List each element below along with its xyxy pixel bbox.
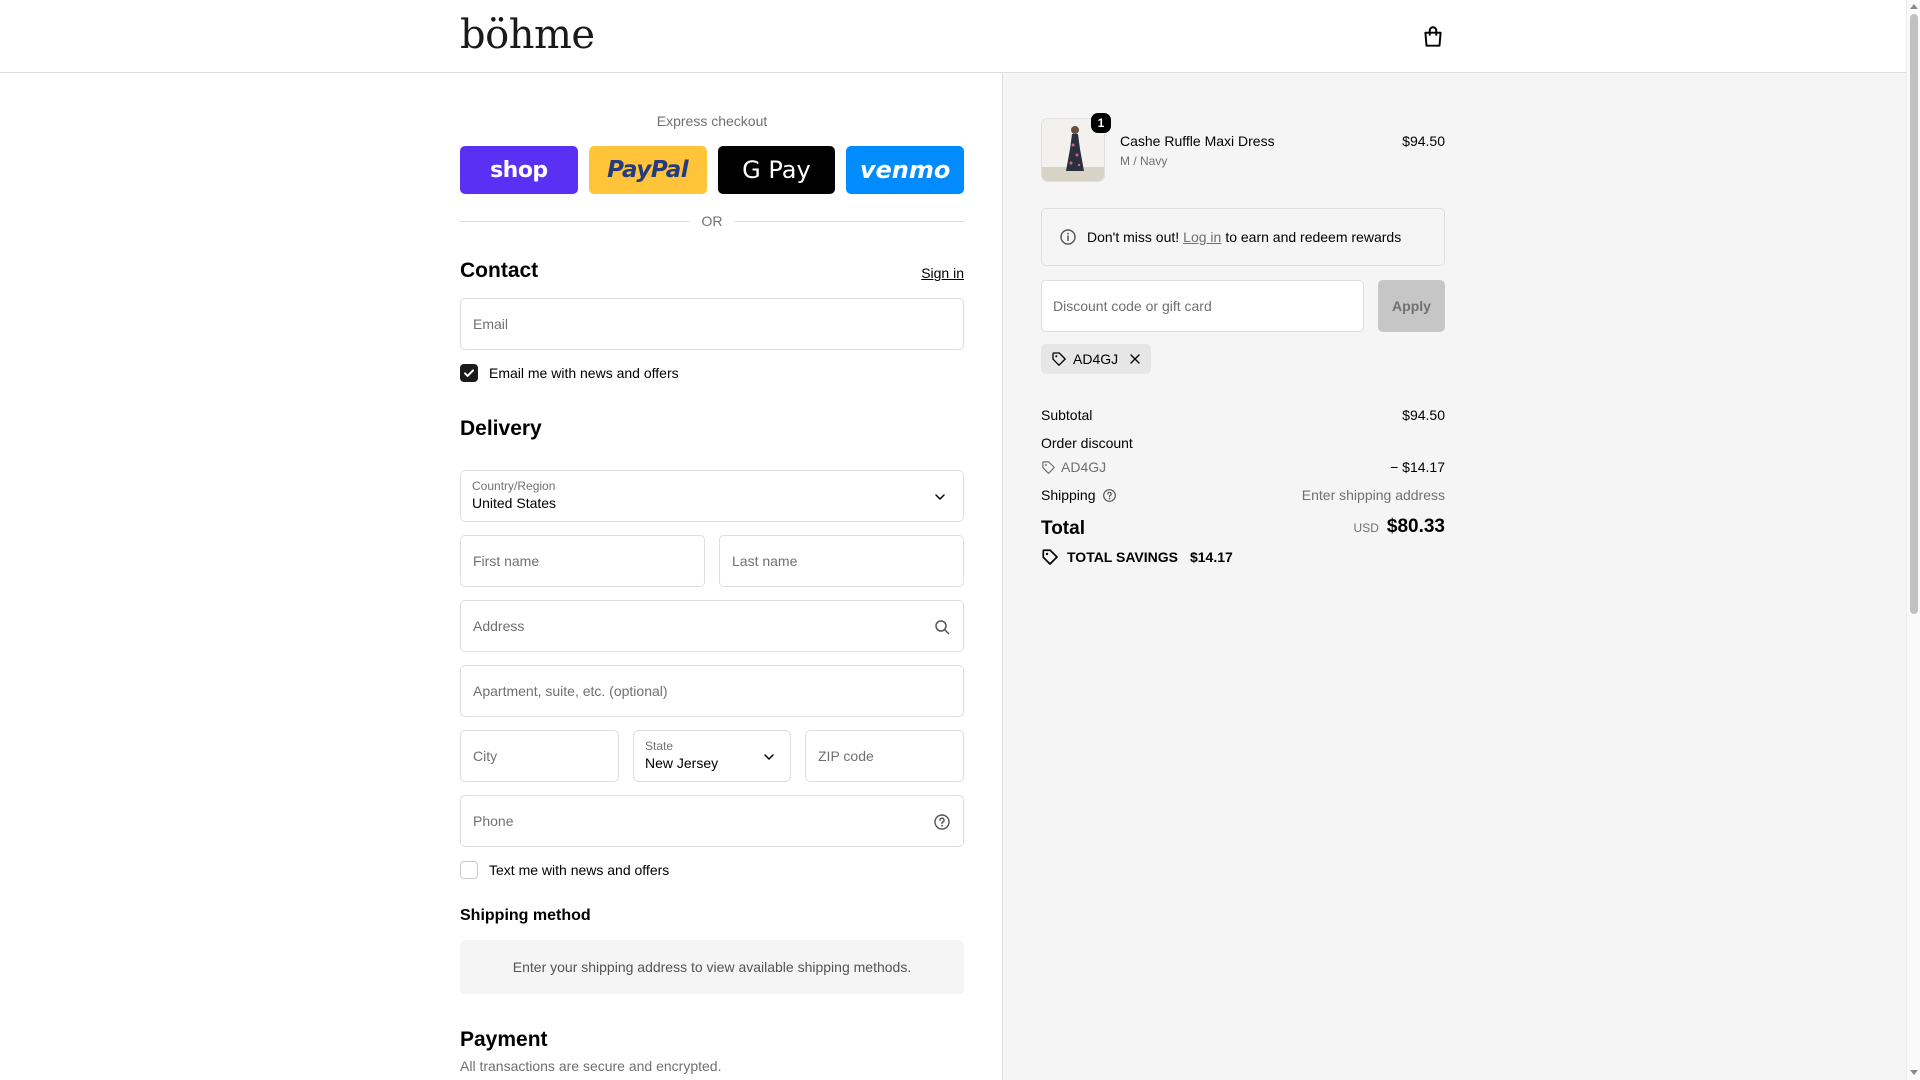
- tag-icon: [1052, 352, 1066, 366]
- scroll-down-arrow[interactable]: [1910, 1070, 1918, 1075]
- address-field[interactable]: Address: [460, 600, 964, 652]
- text-news-label: Text me with news and offers: [489, 862, 670, 878]
- phone-placeholder: Phone: [473, 813, 514, 829]
- info-icon: [1060, 229, 1076, 245]
- discount-code-label: AD4GJ: [1061, 459, 1107, 475]
- delivery-heading: Delivery: [460, 417, 542, 440]
- shipping-method-heading: Shipping method: [460, 907, 591, 924]
- paypal-logo: PayPal: [607, 157, 689, 183]
- discount-code-input[interactable]: Discount code or gift card: [1041, 280, 1364, 332]
- scrollbar-thumb[interactable]: [1910, 14, 1918, 614]
- product-price: $94.50: [1402, 133, 1445, 149]
- search-icon: [935, 620, 950, 635]
- site-header: böhme: [0, 0, 1906, 73]
- product-name: Cashe Ruffle Maxi Dress: [1120, 133, 1275, 149]
- divider-line-right: [735, 221, 964, 222]
- country-value: United States: [472, 495, 557, 511]
- applied-discount-chip: AD4GJ: [1041, 344, 1152, 374]
- or-divider: OR: [460, 213, 964, 229]
- city-placeholder: City: [473, 748, 498, 764]
- close-icon[interactable]: [1128, 352, 1142, 366]
- apartment-placeholder: Apartment, suite, etc. (optional): [473, 683, 668, 699]
- state-select[interactable]: State New Jersey: [633, 730, 791, 782]
- total-savings: TOTAL SAVINGS $14.17: [1041, 548, 1233, 566]
- rewards-text-after: to earn and redeem rewards: [1225, 229, 1402, 245]
- last-name-field[interactable]: Last name: [719, 535, 964, 587]
- paypal-button[interactable]: PayPal: [588, 146, 707, 194]
- express-checkout-title: Express checkout: [656, 113, 768, 129]
- shop-pay-logo: shop: [490, 157, 548, 183]
- shopping-bag-icon[interactable]: [1420, 24, 1446, 50]
- applied-discount-code: AD4GJ: [1073, 351, 1119, 367]
- zip-code-placeholder: ZIP code: [818, 748, 874, 764]
- currency-code: USD: [1353, 521, 1379, 535]
- discount-code-placeholder: Discount code or gift card: [1053, 298, 1212, 314]
- phone-field[interactable]: Phone: [460, 795, 964, 847]
- tag-icon: [1042, 549, 1058, 565]
- apartment-field[interactable]: Apartment, suite, etc. (optional): [460, 665, 964, 717]
- email-placeholder: Email: [473, 316, 509, 332]
- google-pay-logo: G Pay: [742, 156, 811, 184]
- rewards-text-before: Don't miss out!: [1087, 229, 1180, 245]
- google-pay-button[interactable]: G Pay: [717, 146, 836, 194]
- express-checkout-buttons: shop PayPal G Pay venmo: [460, 146, 964, 194]
- text-news-checkbox[interactable]: [460, 861, 478, 879]
- first-name-field[interactable]: First name: [460, 535, 705, 587]
- state-label: State: [645, 739, 674, 753]
- email-news-checkbox[interactable]: [460, 364, 478, 382]
- product-variant: M / Navy: [1120, 154, 1168, 168]
- zip-code-field[interactable]: ZIP code: [805, 730, 964, 782]
- email-news-checkbox-row[interactable]: Email me with news and offers: [460, 363, 679, 383]
- first-name-placeholder: First name: [473, 553, 540, 569]
- total-savings-label: TOTAL SAVINGS: [1067, 549, 1178, 565]
- last-name-placeholder: Last name: [732, 553, 798, 569]
- venmo-button[interactable]: venmo: [846, 146, 964, 194]
- subtotal-value: $94.50: [1402, 407, 1445, 423]
- rewards-notice: Don't miss out! Log in to earn and redee…: [1041, 208, 1445, 266]
- payment-subtitle: All transactions are secure and encrypte…: [460, 1058, 722, 1074]
- contact-heading: Contact: [460, 259, 539, 282]
- scroll-up-arrow[interactable]: [1910, 4, 1918, 9]
- shipping-method-placeholder: Enter your shipping address to view avai…: [460, 940, 964, 994]
- discount-code-row: AD4GJ: [1041, 459, 1106, 475]
- apply-discount-button[interactable]: Apply: [1378, 280, 1445, 332]
- total-savings-value: $14.17: [1189, 549, 1233, 565]
- chevron-down-icon: [764, 754, 774, 760]
- total-value: $80.33: [1386, 516, 1445, 537]
- order-discount-label: Order discount: [1041, 435, 1133, 451]
- shipping-method-message: Enter your shipping address to view avai…: [512, 959, 912, 975]
- total-amount: USD $80.33: [1354, 516, 1445, 538]
- brand-logo[interactable]: böhme: [460, 12, 595, 58]
- shipping-row: Shipping: [1041, 487, 1117, 503]
- email-news-label: Email me with news and offers: [489, 365, 679, 381]
- help-circle-icon[interactable]: [1102, 488, 1117, 503]
- total-label: Total: [1041, 518, 1085, 539]
- subtotal-label: Subtotal: [1041, 407, 1093, 423]
- text-news-checkbox-row[interactable]: Text me with news and offers: [460, 860, 669, 880]
- page-scrollbar[interactable]: [1906, 0, 1920, 1080]
- sign-in-link[interactable]: Sign in: [921, 265, 964, 281]
- discount-value: − $14.17: [1390, 459, 1445, 475]
- city-field[interactable]: City: [460, 730, 619, 782]
- shipping-value: Enter shipping address: [1301, 487, 1445, 503]
- address-placeholder: Address: [473, 618, 525, 634]
- venmo-logo: venmo: [859, 156, 951, 184]
- email-field[interactable]: Email: [460, 298, 964, 350]
- log-in-link[interactable]: Log in: [1183, 229, 1221, 245]
- shop-pay-button[interactable]: shop: [460, 146, 578, 194]
- quantity-badge: 1: [1091, 113, 1111, 133]
- country-select[interactable]: Country/Region United States: [460, 470, 964, 522]
- country-label: Country/Region: [472, 479, 556, 493]
- tag-icon: [1042, 460, 1055, 474]
- state-value: New Jersey: [645, 755, 719, 771]
- chevron-down-icon: [935, 494, 945, 500]
- help-circle-icon[interactable]: [933, 813, 951, 831]
- shipping-label: Shipping: [1041, 487, 1096, 503]
- payment-heading: Payment: [460, 1028, 548, 1051]
